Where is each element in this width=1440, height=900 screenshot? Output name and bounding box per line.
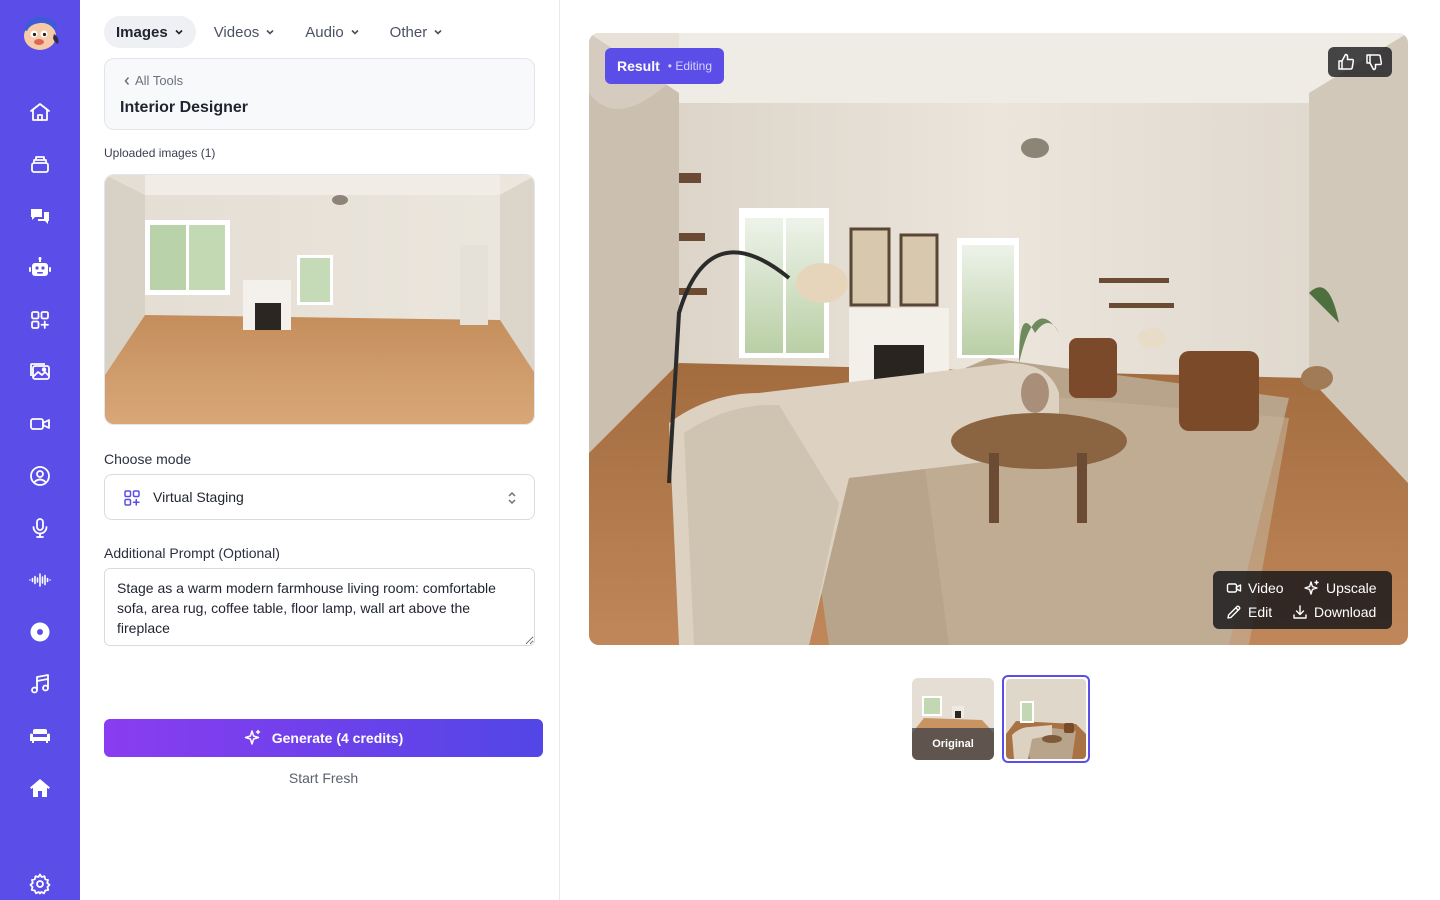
edit-label: Edit (1248, 604, 1273, 620)
thumbnail-label: Original (912, 728, 994, 760)
video-button[interactable]: Video (1226, 580, 1284, 596)
uploaded-image[interactable] (104, 174, 535, 425)
result-status: • Editing (667, 59, 713, 73)
upscale-label: Upscale (1326, 580, 1377, 596)
gear-icon (29, 873, 51, 895)
tab-label: Audio (305, 23, 344, 41)
empty-room-photo (105, 175, 534, 424)
tab-audio[interactable]: Audio (293, 16, 371, 48)
chevron-down-icon (434, 29, 442, 35)
tool-header-card: All Tools Interior Designer (104, 58, 535, 130)
pencil-icon (1227, 605, 1241, 619)
mode-value: Virtual Staging (153, 489, 244, 505)
tool-title: Interior Designer (120, 99, 249, 116)
waveform-icon (29, 573, 51, 587)
sidebar-item-disc[interactable] (24, 616, 56, 648)
start-fresh-button[interactable]: Start Fresh (104, 770, 543, 786)
sidebar-item-apps[interactable] (24, 304, 56, 336)
tab-label: Images (116, 23, 168, 41)
sidebar-item-assistants[interactable] (24, 252, 56, 284)
mode-select[interactable]: Virtual Staging (104, 474, 535, 520)
sparkle-icon (244, 729, 260, 745)
video-camera-icon (30, 418, 50, 430)
sofa-icon (30, 729, 50, 743)
sidebar-item-video[interactable] (24, 408, 56, 440)
house-icon (30, 779, 50, 797)
generate-label: Generate (4 credits) (271, 730, 404, 746)
tab-images[interactable]: Images (104, 16, 196, 48)
tool-panel: Images Videos Audio Other All Tools Inte… (80, 0, 560, 900)
sidebar-item-settings[interactable] (24, 868, 56, 900)
edit-button[interactable]: Edit (1226, 604, 1272, 620)
download-label: Download (1314, 604, 1377, 620)
sidebar-item-house[interactable] (24, 772, 56, 804)
feedback-controls (1328, 47, 1392, 77)
result-badge: Result • Editing (605, 48, 725, 84)
additional-prompt-field[interactable]: Stage as a warm modern farmhouse living … (104, 568, 535, 646)
video-camera-icon (1226, 583, 1242, 593)
chevron-left-icon (124, 76, 130, 85)
video-label: Video (1248, 580, 1284, 596)
result-viewer: Result • Editing Video Upscale Edit Down… (589, 33, 1408, 645)
sidebar (0, 0, 80, 900)
choose-mode-label: Choose mode (104, 451, 192, 467)
sidebar-item-sofa[interactable] (24, 720, 56, 752)
thumbs-up-icon[interactable] (1336, 52, 1356, 72)
sparkle-icon (1304, 580, 1319, 595)
tab-other[interactable]: Other (378, 16, 456, 48)
sidebar-item-chat[interactable] (24, 200, 56, 232)
download-icon (1293, 605, 1307, 619)
sidebar-item-avatar[interactable] (24, 460, 56, 492)
generate-button[interactable]: Generate (4 credits) (104, 719, 543, 757)
thumbs-down-icon[interactable] (1364, 52, 1384, 72)
sidebar-item-home[interactable] (24, 96, 56, 128)
tab-videos[interactable]: Videos (202, 16, 288, 48)
home-icon (30, 103, 50, 121)
additional-prompt-label: Additional Prompt (Optional) (104, 545, 280, 561)
category-tabs: Images Videos Audio Other (104, 16, 455, 48)
user-circle-icon (30, 466, 50, 486)
app-logo[interactable] (18, 12, 62, 52)
disc-icon (30, 622, 50, 642)
all-tools-link[interactable]: All Tools (123, 73, 183, 88)
chat-icon (31, 209, 49, 224)
sidebar-item-images[interactable] (24, 356, 56, 388)
all-tools-label: All Tools (135, 73, 184, 88)
sidebar-item-microphone[interactable] (24, 512, 56, 544)
chevron-down-icon (266, 29, 274, 35)
sidebar-item-library[interactable] (24, 148, 56, 180)
stack-icon (31, 156, 49, 173)
apps-icon (124, 490, 140, 506)
download-button[interactable]: Download (1292, 604, 1376, 620)
tab-label: Other (389, 23, 428, 41)
sidebar-item-audio-wave[interactable] (24, 564, 56, 596)
thumbnail-result[interactable] (1002, 675, 1090, 763)
sidebar-item-music[interactable] (24, 668, 56, 700)
image-gallery-icon (30, 363, 50, 380)
chevron-down-icon (351, 29, 359, 35)
result-actions: Video Upscale Edit Download (1213, 571, 1392, 629)
microphone-icon (32, 518, 48, 538)
robot-icon (29, 257, 51, 276)
chevron-up-down-icon (508, 491, 516, 505)
staged-room-thumbnail (1006, 679, 1086, 759)
uploaded-images-label: Uploaded images (1) (104, 146, 216, 160)
staged-room-photo (589, 33, 1408, 645)
result-title: Result (617, 58, 660, 74)
chevron-down-icon (175, 29, 183, 35)
music-note-icon (31, 674, 49, 694)
upscale-button[interactable]: Upscale (1304, 580, 1377, 596)
thumbnail-original[interactable]: Original (912, 678, 994, 760)
apps-icon (31, 311, 49, 329)
tab-label: Videos (213, 23, 260, 41)
